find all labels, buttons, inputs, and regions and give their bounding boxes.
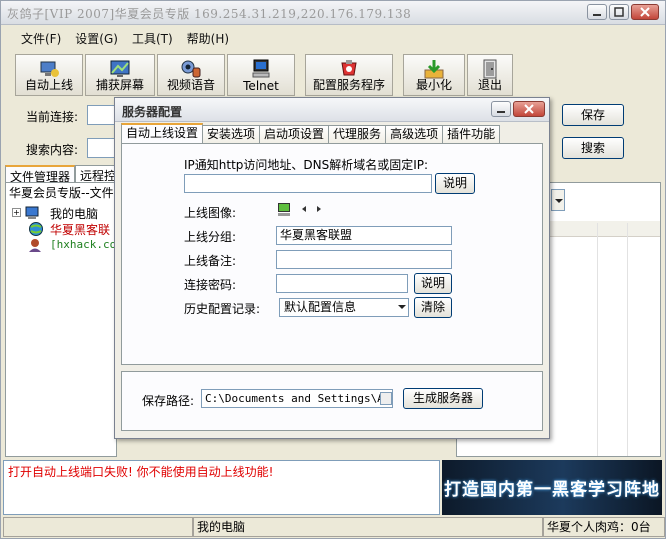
maximize-button[interactable] — [609, 4, 629, 20]
tab-startup[interactable]: 启动项设置 — [260, 125, 330, 144]
online-image-icon[interactable] — [276, 201, 292, 217]
minimize-icon — [593, 14, 601, 16]
dialog-title-bar: 服务器配置 — [115, 98, 549, 122]
search-input[interactable] — [87, 138, 117, 158]
menu-file[interactable]: 文件(F) — [15, 28, 67, 49]
tab-plugins[interactable]: 插件功能 — [443, 125, 501, 144]
window-title: 灰鸽子[VIP 2007]华夏会员专版 169.254.31.219,220.1… — [7, 7, 412, 21]
ip-explain-button[interactable]: 说明 — [435, 173, 475, 194]
tab-advanced[interactable]: 高级选项 — [386, 125, 444, 144]
history-label: 历史配置记录: — [184, 302, 261, 316]
arrow-right-icon[interactable] — [315, 205, 323, 213]
menu-tools[interactable]: 工具(T) — [126, 28, 179, 49]
maximize-icon — [614, 7, 624, 17]
menu-help[interactable]: 帮助(H) — [181, 28, 235, 49]
menu-settings[interactable]: 设置(G) — [69, 28, 124, 49]
auto-online-button[interactable]: 自动上线 — [15, 54, 83, 96]
arrow-left-icon[interactable] — [300, 205, 308, 213]
close-icon — [640, 7, 650, 17]
save-path-section: 保存路径: C:\Documents and Settings\Adm 生成服务… — [121, 371, 543, 431]
current-connection-label: 当前连接: — [26, 110, 79, 124]
save-button[interactable]: 保存 — [562, 104, 624, 126]
dialog-title: 服务器配置 — [122, 105, 183, 119]
banner-text: 打造国内第一黑客学习阵地 — [444, 480, 660, 500]
online-image-label: 上线图像: — [184, 206, 237, 220]
computer-icon — [252, 59, 270, 78]
configure-server-button[interactable]: 配置服务程序 — [305, 54, 393, 96]
status-bar: 我的电脑 华夏个人肉鸡：0台 — [3, 517, 665, 537]
status-host-count: 华夏个人肉鸡：0台 — [543, 517, 665, 537]
ip-address-input[interactable] — [184, 174, 432, 193]
telnet-button[interactable]: Telnet — [227, 54, 295, 96]
history-select[interactable]: 默认配置信息 — [279, 298, 409, 317]
chevron-down-icon — [398, 305, 406, 309]
menu-bar: 文件(F) 设置(G) 工具(T) 帮助(H) — [15, 28, 235, 49]
server-config-dialog: 服务器配置 自动上线设置 安装选项 启动项设置 代理服务 高级选项 插件功能 I… — [114, 97, 550, 439]
current-connection-field[interactable] — [87, 105, 117, 125]
computer-icon — [25, 206, 39, 219]
tab-proxy[interactable]: 代理服务 — [329, 125, 387, 144]
dropdown-toggle[interactable] — [551, 189, 565, 211]
minimize-tool-button[interactable]: 最小化 — [403, 54, 465, 96]
password-label: 连接密码: — [184, 278, 237, 292]
online-note-input[interactable] — [276, 250, 452, 269]
dialog-close-button[interactable] — [513, 101, 545, 117]
minimize-button[interactable] — [587, 4, 607, 20]
minimize-icon — [497, 111, 505, 113]
auto-online-page: IP通知http访问地址、DNS解析域名或固定IP: 说明 上线图像: 上线分组… — [121, 143, 543, 365]
ad-banner[interactable]: 打造国内第一黑客学习阵地 — [442, 460, 662, 515]
log-output: 打开自动上线端口失败! 你不能使用自动上线功能! — [3, 460, 440, 515]
user-icon — [29, 239, 41, 252]
log-message: 打开自动上线端口失败! 你不能使用自动上线功能! — [8, 465, 274, 479]
close-button[interactable] — [631, 4, 659, 20]
host-tree: 华夏会员专版--文件 + 我的电脑 华夏黑客联 [hxhack.com — [5, 182, 117, 457]
save-path-label: 保存路径: — [142, 394, 195, 408]
tree-header: 华夏会员专版--文件 — [9, 186, 114, 200]
title-bar: 灰鸽子[VIP 2007]华夏会员专版 169.254.31.219,220.1… — [1, 1, 665, 25]
capture-screen-button[interactable]: 捕获屏幕 — [85, 54, 155, 96]
online-group-label: 上线分组: — [184, 230, 237, 244]
clear-button[interactable]: 清除 — [414, 297, 452, 318]
status-selection: 我的电脑 — [193, 517, 543, 537]
online-note-label: 上线备注: — [184, 254, 237, 268]
ip-label: IP通知http访问地址、DNS解析域名或固定IP: — [184, 158, 429, 172]
search-button[interactable]: 搜索 — [562, 137, 624, 159]
save-path-input[interactable]: C:\Documents and Settings\Adm — [201, 389, 393, 408]
dialog-tabs: 自动上线设置 安装选项 启动项设置 代理服务 高级选项 插件功能 — [121, 123, 501, 144]
dialog-minimize-button[interactable] — [491, 101, 511, 117]
tab-auto-online[interactable]: 自动上线设置 — [121, 123, 204, 144]
exit-button[interactable]: 退出 — [467, 54, 513, 96]
online-group-input[interactable]: 华夏黑客联盟 — [276, 226, 452, 245]
close-icon — [524, 104, 534, 114]
tab-install[interactable]: 安装选项 — [203, 125, 261, 144]
globe-icon — [29, 222, 43, 236]
expand-icon[interactable]: + — [12, 208, 21, 217]
password-explain-button[interactable]: 说明 — [414, 273, 452, 294]
toolbar: 自动上线 捕获屏幕 视频语音 Telnet 配置服务程序 最小化 退出 — [15, 54, 513, 96]
video-voice-button[interactable]: 视频语音 — [157, 54, 225, 96]
password-input[interactable] — [276, 274, 408, 293]
search-label: 搜索内容: — [26, 143, 79, 157]
browse-button[interactable] — [380, 392, 392, 405]
generate-server-button[interactable]: 生成服务器 — [403, 388, 483, 409]
